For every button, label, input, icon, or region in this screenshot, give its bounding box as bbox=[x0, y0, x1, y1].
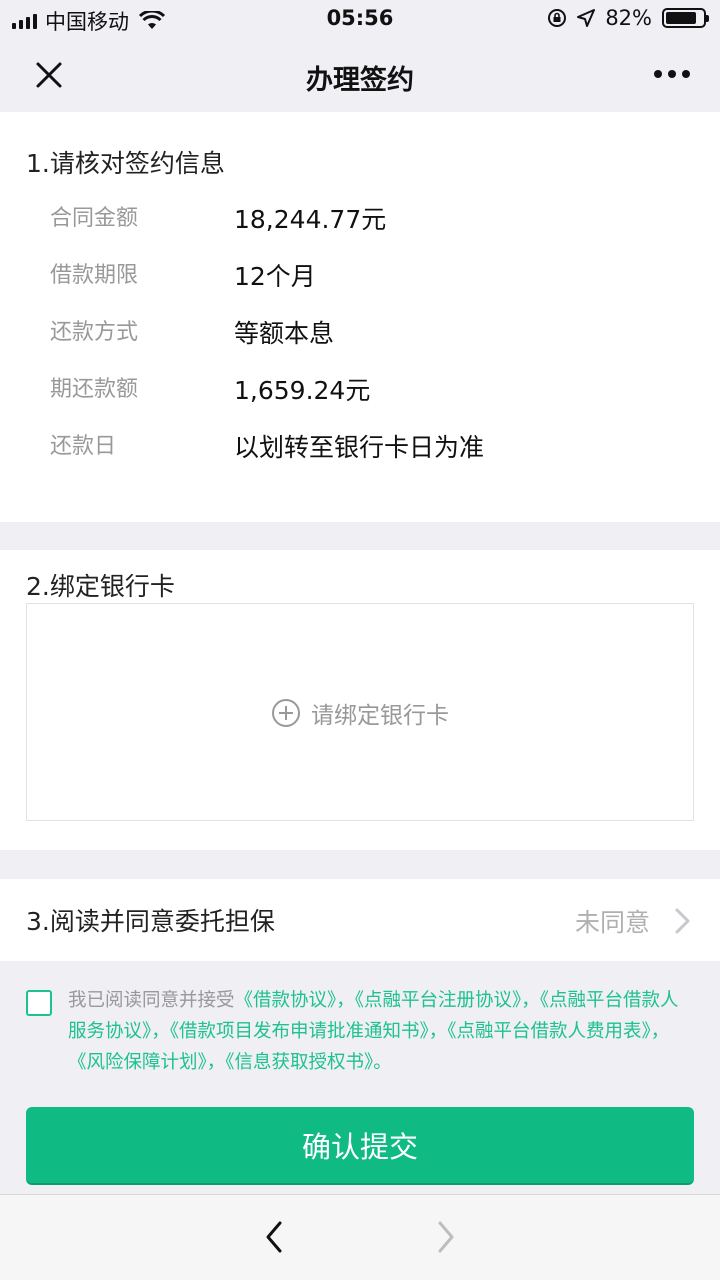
info-value: 1,659.24元 bbox=[234, 376, 371, 405]
info-label: 还款日 bbox=[50, 434, 117, 459]
agree-status: 未同意 bbox=[574, 908, 650, 937]
page-title: 办理签约 bbox=[306, 65, 414, 96]
agreement-link-loan[interactable]: 《借款协议》， bbox=[235, 990, 355, 1011]
agreement-link-register[interactable]: 《点融平台注册协议》， bbox=[355, 990, 540, 1011]
section-title: 1.请核对签约信息 bbox=[26, 149, 225, 178]
status-right: 82% bbox=[547, 6, 709, 30]
battery-icon bbox=[662, 8, 709, 28]
plus-circle-icon bbox=[272, 699, 300, 727]
battery-fill bbox=[666, 12, 696, 24]
status-bar: 中国移动 05:56 82% bbox=[0, 0, 720, 38]
section-title: 2.绑定银行卡 bbox=[26, 572, 175, 601]
contract-info-section: 1.请核对签约信息 合同金额 18,244.77元 借款期限 12个月 还款方式… bbox=[0, 112, 720, 522]
info-value: 等额本息 bbox=[234, 319, 335, 348]
bind-card-section: 2.绑定银行卡 请绑定银行卡 bbox=[0, 550, 720, 850]
bind-card-button[interactable]: 请绑定银行卡 bbox=[26, 603, 694, 821]
chevron-right-icon bbox=[675, 908, 690, 934]
agreement-link-risk[interactable]: 《风险保障计划》， bbox=[68, 1052, 225, 1073]
bind-card-label: 请绑定银行卡 bbox=[311, 703, 449, 729]
agreement-link-auth[interactable]: 《信息获取授权书》。 bbox=[225, 1052, 392, 1073]
location-icon bbox=[577, 9, 596, 27]
guarantee-row[interactable]: 3.阅读并同意委托担保 未同意 bbox=[0, 879, 720, 961]
more-icon[interactable] bbox=[652, 64, 692, 84]
info-label: 合同金额 bbox=[50, 206, 139, 231]
back-arrow-icon[interactable] bbox=[262, 1219, 286, 1255]
bind-card-inner: 请绑定银行卡 bbox=[27, 696, 693, 730]
info-value: 18,244.77元 bbox=[234, 205, 387, 234]
agree-checkbox[interactable] bbox=[26, 990, 52, 1016]
nav-bar: 办理签约 bbox=[0, 38, 720, 112]
info-label: 期还款额 bbox=[50, 377, 139, 402]
info-value: 12个月 bbox=[234, 262, 316, 291]
agreement-link-notice[interactable]: 《借款项目发布申请批准通知书》， bbox=[170, 1021, 448, 1042]
agreement-link-fees[interactable]: 《点融平台借款人费用表》， bbox=[447, 1021, 669, 1042]
info-value: 以划转至银行卡日为准 bbox=[234, 433, 485, 462]
browser-toolbar bbox=[0, 1194, 720, 1280]
info-label: 还款方式 bbox=[50, 320, 139, 345]
agreement-text: 我已阅读同意并接受《借款协议》，《点融平台注册协议》，《点融平台借款人服务协议》… bbox=[68, 985, 694, 1078]
forward-arrow-icon[interactable] bbox=[434, 1219, 458, 1255]
section-title: 3.阅读并同意委托担保 bbox=[26, 907, 275, 936]
battery-percent: 82% bbox=[605, 6, 652, 30]
agreement-intro: 我已阅读同意并接受 bbox=[68, 990, 235, 1011]
rotation-lock-icon bbox=[548, 9, 567, 27]
info-label: 借款期限 bbox=[50, 263, 139, 288]
confirm-submit-button[interactable]: 确认提交 bbox=[26, 1107, 694, 1185]
